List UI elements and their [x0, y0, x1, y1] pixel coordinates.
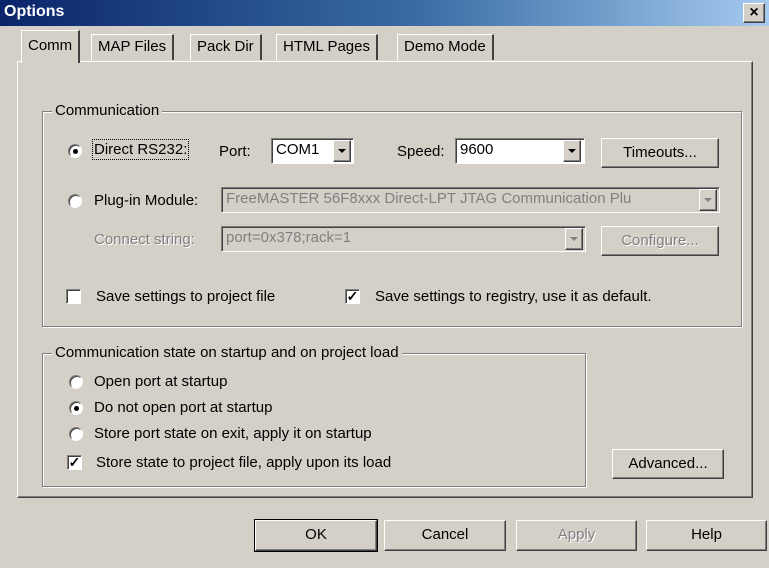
store-port-state-radio[interactable]	[69, 427, 83, 441]
connect-string-combo[interactable]: port=0x378;rack=1	[221, 226, 586, 252]
configure-button[interactable]: Configure...	[601, 226, 719, 256]
store-port-state-label[interactable]: Store port state on exit, apply it on st…	[94, 425, 372, 442]
title-bar	[0, 0, 769, 26]
help-button[interactable]: Help	[646, 520, 767, 551]
save-project-label[interactable]: Save settings to project file	[96, 288, 275, 305]
tab-map-files-label: MAP Files	[98, 38, 167, 55]
advanced-button[interactable]: Advanced...	[612, 449, 724, 479]
plugin-module-label[interactable]: Plug-in Module:	[94, 192, 198, 209]
tab-demo-mode-label: Demo Mode	[404, 38, 486, 55]
tab-comm[interactable]: Comm	[21, 30, 81, 63]
save-project-checkbox[interactable]	[66, 289, 81, 304]
open-port-startup-radio[interactable]	[69, 375, 83, 389]
ok-button[interactable]: OK	[254, 519, 378, 552]
port-label: Port:	[219, 143, 251, 160]
plugin-module-dropdown-button[interactable]	[699, 189, 717, 211]
do-not-open-port-label[interactable]: Do not open port at startup	[94, 399, 272, 416]
speed-label: Speed:	[397, 143, 445, 160]
tab-comm-label: Comm	[28, 37, 73, 54]
checkmark-icon: ✓	[346, 288, 359, 304]
direct-rs232-label[interactable]: Direct RS232:	[91, 139, 190, 160]
connect-string-dropdown-button[interactable]	[565, 228, 583, 250]
port-dropdown-button[interactable]	[333, 140, 351, 162]
timeouts-button[interactable]: Timeouts...	[601, 138, 719, 168]
store-state-checkbox[interactable]: ✓	[67, 455, 82, 470]
tab-pack-dir[interactable]: Pack Dir	[190, 34, 262, 60]
store-state-label[interactable]: Store state to project file, apply upon …	[96, 454, 391, 471]
plugin-module-select[interactable]: FreeMASTER 56F8xxx Direct-LPT JTAG Commu…	[221, 187, 720, 213]
save-registry-label[interactable]: Save settings to registry, use it as def…	[375, 288, 652, 305]
connect-string-label: Connect string:	[94, 231, 195, 248]
tab-demo-mode[interactable]: Demo Mode	[397, 34, 494, 60]
apply-button[interactable]: Apply	[516, 520, 637, 551]
direct-rs232-radio[interactable]	[68, 144, 82, 158]
close-button[interactable]: ×	[743, 3, 765, 23]
tab-html-pages[interactable]: HTML Pages	[276, 34, 378, 60]
tab-pack-dir-label: Pack Dir	[197, 38, 254, 55]
do-not-open-port-radio[interactable]	[69, 401, 83, 415]
window-title: Options	[4, 3, 65, 20]
checkmark-icon: ✓	[68, 454, 81, 470]
startup-group-title: Communication state on startup and on pr…	[52, 344, 402, 361]
save-registry-checkbox[interactable]: ✓	[345, 289, 360, 304]
plugin-module-radio[interactable]	[68, 194, 82, 208]
tab-html-pages-label: HTML Pages	[283, 38, 370, 55]
communication-group-title: Communication	[52, 102, 163, 119]
tab-map-files[interactable]: MAP Files	[91, 34, 175, 60]
close-icon: ×	[749, 4, 759, 21]
cancel-button[interactable]: Cancel	[384, 520, 506, 551]
speed-dropdown-button[interactable]	[563, 140, 581, 162]
open-port-startup-label[interactable]: Open port at startup	[94, 373, 227, 390]
